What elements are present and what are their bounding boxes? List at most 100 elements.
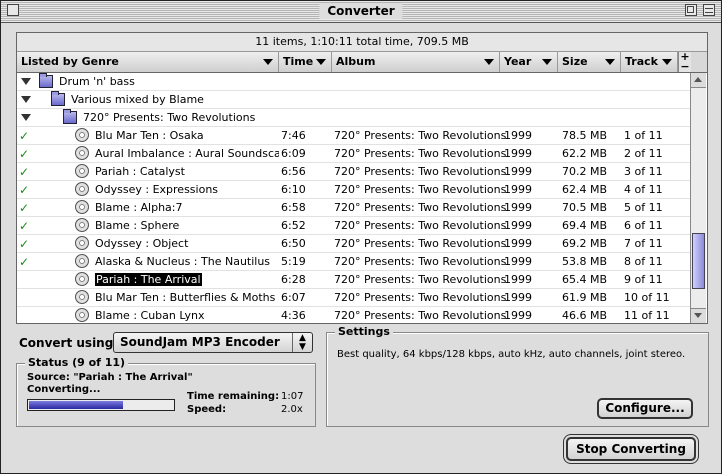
title-bar[interactable]: Converter (1, 1, 721, 23)
year-cell: 1999 (504, 183, 532, 196)
song-title: Blame : Cuban Lynx (95, 309, 205, 322)
song-title: Pariah : Catalyst (95, 165, 185, 178)
time-cell: 5:19 (281, 255, 306, 268)
list-summary: 11 items, 1:10:11 total time, 709.5 MB (17, 33, 707, 52)
album-cell: 720° Presents: Two Revolutions (334, 129, 507, 142)
column-header-album[interactable]: Album (332, 52, 500, 72)
column-label: Album (336, 55, 376, 68)
time-remaining-label: Time remaining: (187, 391, 280, 402)
column-header-time[interactable]: Time (279, 52, 332, 72)
song-title: Blame : Sphere (95, 219, 180, 232)
checkmark-icon[interactable]: ✓ (19, 163, 29, 181)
year-cell: 1999 (504, 237, 532, 250)
song-cell: Odyssey : Expressions (95, 181, 279, 199)
track-cell: 1 of 11 (624, 129, 663, 142)
track-row[interactable]: Pariah : The Arrival 6:28 720° Presents: T… (17, 271, 690, 289)
track-row[interactable]: ✓ Alaska & Nucleus : The Nautilus 5:19 720°… (17, 253, 690, 271)
speed-value: 2.0x (281, 404, 303, 415)
close-box-icon[interactable] (7, 4, 19, 16)
checkmark-icon[interactable]: ✓ (19, 253, 29, 271)
year-cell: 1999 (504, 255, 532, 268)
checkmark-icon[interactable]: ✓ (19, 145, 29, 163)
track-row[interactable]: ✓ Blu Mar Ten : Osaka 7:46 720° Presents: T… (17, 127, 690, 145)
size-cell: 69.2 MB (562, 237, 608, 250)
checkmark-icon[interactable]: ✓ (19, 181, 29, 199)
size-cell: 53.8 MB (562, 255, 608, 268)
sort-arrow-icon (484, 59, 494, 65)
disclosure-triangle-icon[interactable] (21, 114, 31, 121)
song-cell: Alaska & Nucleus : The Nautilus (95, 253, 279, 271)
cd-track-icon (75, 182, 89, 196)
column-header-genre[interactable]: Listed by Genre (17, 52, 279, 72)
track-row[interactable]: ✓ Pariah : Catalyst 6:56 720° Presents: Two… (17, 163, 690, 181)
expand-button[interactable]: + − (678, 51, 691, 72)
column-header-size[interactable]: Size (558, 52, 621, 72)
cd-track-icon (75, 164, 89, 178)
size-cell: 78.5 MB (562, 129, 608, 142)
checkmark-icon[interactable]: ✓ (19, 217, 29, 235)
column-header-year[interactable]: Year (500, 52, 558, 72)
track-row[interactable]: ✓ Odyssey : Expressions 6:10 720° Presents:… (17, 181, 690, 199)
zoom-box-icon[interactable] (685, 4, 697, 16)
scroll-thumb[interactable] (692, 233, 705, 289)
song-title: Blu Mar Ten : Osaka (95, 129, 204, 142)
song-cell: Aural Imbalance : Aural Soundscapes (95, 145, 279, 163)
checkmark-icon[interactable]: ✓ (19, 127, 29, 145)
year-cell: 1999 (504, 291, 532, 304)
cd-track-icon (75, 146, 89, 160)
album-cell: 720° Presents: Two Revolutions (334, 165, 507, 178)
track-cell: 8 of 11 (624, 255, 663, 268)
track-row[interactable]: Blu Mar Ten : Butterflies & Moths 6:07 720… (17, 289, 690, 307)
settings-description: Best quality, 64 kbps/128 kbps, auto kHz… (337, 349, 686, 360)
stop-converting-button[interactable]: Stop Converting (566, 437, 696, 461)
list-scrollbar[interactable] (690, 73, 706, 323)
collapse-box-icon[interactable] (703, 4, 715, 16)
size-cell: 46.6 MB (562, 309, 608, 322)
scroll-down-arrow-icon[interactable] (691, 308, 706, 323)
track-cell: 5 of 11 (624, 201, 663, 214)
size-cell: 70.5 MB (562, 201, 608, 214)
track-cell: 2 of 11 (624, 147, 663, 160)
popup-arrows-icon: ▲ ▼ (292, 333, 312, 352)
album-cell: 720° Presents: Two Revolutions (334, 237, 507, 250)
track-list: 11 items, 1:10:11 total time, 709.5 MB L… (16, 32, 708, 324)
sort-arrow-icon (263, 59, 273, 65)
encoder-popup[interactable]: SoundJam MP3 Encoder ▲ ▼ (113, 332, 313, 353)
track-row[interactable]: Blame : Cuban Lynx 4:36 720° Presents: Two… (17, 307, 690, 323)
track-row[interactable]: ✓ Blame : Alpha:7 6:58 720° Presents: Two R… (17, 199, 690, 217)
column-header-track[interactable]: Track (621, 52, 678, 72)
encoder-value: SoundJam MP3 Encoder (120, 335, 280, 349)
folder-icon (51, 91, 65, 106)
track-row[interactable]: ✓ Blame : Sphere 6:52 720° Presents: Two Re… (17, 217, 690, 235)
disclosure-triangle-icon[interactable] (21, 78, 31, 85)
album-cell: 720° Presents: Two Revolutions (334, 255, 507, 268)
track-row[interactable]: ✓ Odyssey : Object 6:50 720° Presents: Two … (17, 235, 690, 253)
group-row-genre[interactable]: Drum 'n' bass (17, 73, 690, 91)
time-cell: 6:09 (281, 147, 306, 160)
group-label: Various mixed by Blame (71, 93, 204, 106)
group-row-mix[interactable]: Various mixed by Blame (17, 91, 690, 109)
scroll-up-arrow-icon[interactable] (691, 73, 706, 88)
list-rows: Drum 'n' bass Various mixed by Blame 720… (17, 73, 690, 323)
converter-window: Converter 11 items, 1:10:11 total time, … (0, 0, 722, 474)
window-title: Converter (319, 3, 403, 19)
song-title: Blame : Alpha:7 (95, 201, 183, 214)
track-cell: 4 of 11 (624, 183, 663, 196)
column-label: Year (504, 55, 532, 68)
song-cell: Blu Mar Ten : Butterflies & Moths (95, 289, 279, 307)
year-cell: 1999 (504, 201, 532, 214)
cd-track-icon (75, 290, 89, 304)
checkmark-icon[interactable]: ✓ (19, 199, 29, 217)
configure-button[interactable]: Configure... (597, 398, 693, 419)
column-label: Track (625, 55, 658, 68)
checkmark-icon[interactable]: ✓ (19, 235, 29, 253)
track-row[interactable]: ✓ Aural Imbalance : Aural Soundscapes6:09… (17, 145, 690, 163)
disclosure-triangle-icon[interactable] (21, 96, 31, 103)
song-title: Odyssey : Expressions (95, 183, 219, 196)
sort-arrow-icon (316, 59, 326, 65)
album-cell: 720° Presents: Two Revolutions (334, 147, 507, 160)
year-cell: 1999 (504, 309, 532, 322)
song-title: Pariah : The Arrival (95, 273, 202, 286)
status-title: Status (9 of 11) (25, 356, 129, 369)
group-row-album[interactable]: 720° Presents: Two Revolutions (17, 109, 690, 127)
